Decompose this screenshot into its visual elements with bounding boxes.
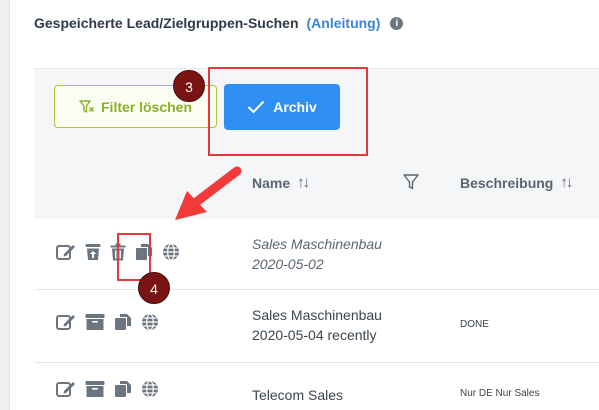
column-header-name[interactable]: Name ↑↓	[252, 174, 310, 191]
row-name[interactable]: Sales Maschinenbau 2020-05-02	[252, 234, 382, 274]
info-icon[interactable]: i	[390, 16, 404, 30]
left-panel-edge	[0, 0, 10, 410]
row-name-line2: 2020-05-04 recently	[252, 327, 377, 343]
row-actions	[56, 380, 168, 398]
row-name-line2: 2020-05-02	[252, 256, 324, 272]
row-actions	[56, 313, 168, 331]
edit-icon[interactable]	[56, 313, 76, 331]
column-description-label: Beschreibung	[460, 174, 554, 191]
column-header-description[interactable]: Beschreibung ↑↓	[460, 174, 573, 191]
step-badge-3: 3	[173, 70, 205, 102]
archive-icon[interactable]	[85, 313, 105, 331]
copy-icon[interactable]	[114, 380, 132, 398]
row-name[interactable]: Sales Maschinenbau 2020-05-04 recently	[252, 305, 382, 345]
highlight-box-archive	[208, 67, 368, 156]
column-filter-icon[interactable]	[402, 173, 420, 191]
globe-icon[interactable]	[141, 380, 159, 398]
column-name-label: Name	[252, 174, 291, 191]
page-title: Gespeicherte Lead/Zielgruppen-Suchen	[34, 15, 299, 31]
table-row: Sales Maschinenbau 2020-05-04 recently D…	[34, 290, 599, 363]
table-row: Telecom Sales Nur DE Nur Sales	[34, 363, 599, 410]
edit-icon[interactable]	[56, 243, 76, 261]
globe-icon[interactable]	[162, 243, 180, 261]
annotation-arrow-icon	[175, 166, 242, 220]
row-name[interactable]: Telecom Sales	[252, 385, 343, 405]
copy-icon[interactable]	[114, 313, 132, 331]
row-name-line1: Sales Maschinenbau	[252, 307, 382, 323]
row-name-line1: Sales Maschinenbau	[252, 236, 382, 252]
row-description: DONE	[460, 319, 489, 330]
sort-icon[interactable]: ↑↓	[297, 174, 310, 191]
edit-icon[interactable]	[56, 380, 76, 398]
page-header: Gespeicherte Lead/Zielgruppen-Suchen (An…	[34, 12, 404, 34]
table-header: Name ↑↓ Beschreibung ↑↓	[34, 147, 599, 220]
filter-clear-icon	[79, 99, 94, 113]
step-badge-4: 4	[138, 272, 170, 304]
filter-clear-label: Filter löschen	[101, 98, 193, 115]
row-description: Nur DE Nur Sales	[460, 388, 540, 399]
unarchive-icon[interactable]	[85, 243, 101, 261]
guide-link[interactable]: (Anleitung)	[307, 15, 381, 31]
row-name-line1: Telecom Sales	[252, 387, 344, 403]
archive-icon[interactable]	[85, 380, 105, 398]
globe-icon[interactable]	[141, 313, 159, 331]
sort-icon[interactable]: ↑↓	[560, 174, 573, 191]
